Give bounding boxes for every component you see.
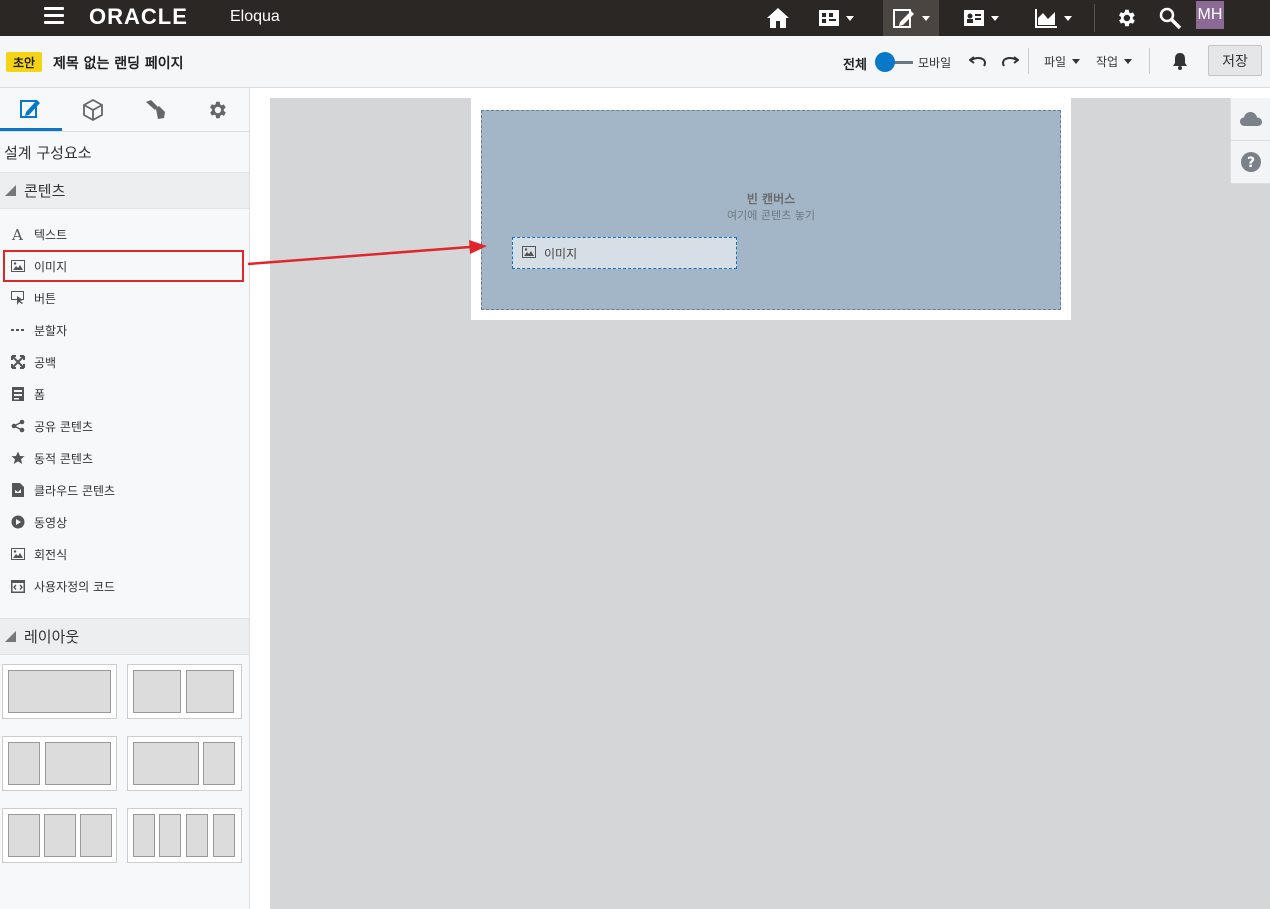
campaigns-menu-icon[interactable] <box>810 0 862 36</box>
code-icon <box>10 578 26 594</box>
component-label: 폼 <box>34 387 46 402</box>
component-custom-code[interactable]: 사용자정의 코드 <box>10 575 115 597</box>
empty-canvas-subtitle: 여기에 콘텐츠 놓기 <box>727 209 815 222</box>
user-avatar[interactable]: MH <box>1196 1 1224 29</box>
tab-components[interactable] <box>62 88 124 131</box>
carousel-icon <box>10 546 26 562</box>
component-label: 회전식 <box>34 547 68 562</box>
component-label: 분할자 <box>34 323 68 338</box>
nav-separator <box>1094 4 1095 32</box>
svg-text:A: A <box>11 227 23 241</box>
component-spacer[interactable]: 공백 <box>10 351 56 373</box>
view-mobile-label[interactable]: 모바일 <box>918 54 951 71</box>
layout-one-column[interactable] <box>2 664 117 719</box>
right-dock: ? <box>1230 98 1270 184</box>
component-label: 동적 콘텐츠 <box>34 451 94 466</box>
view-full-label[interactable]: 전체 <box>843 54 867 73</box>
dragged-item-label: 이미지 <box>544 246 578 261</box>
top-nav: ORACLE Eloqua MH <box>0 0 1270 36</box>
tab-design[interactable] <box>0 88 62 131</box>
play-icon <box>10 514 26 530</box>
toolbar-separator <box>1149 48 1150 74</box>
component-video[interactable]: 동영상 <box>10 511 67 533</box>
collapse-triangle-icon <box>5 631 16 642</box>
component-label: 클라우드 콘텐츠 <box>34 483 116 498</box>
component-label: 공백 <box>34 355 57 370</box>
component-label: 사용자정의 코드 <box>34 579 116 594</box>
cloud-icon[interactable] <box>1231 98 1270 140</box>
component-button[interactable]: 버튼 <box>10 287 56 309</box>
file-menu-label: 파일 <box>1044 55 1067 69</box>
chevron-down-icon <box>1072 59 1081 64</box>
star-icon <box>10 450 26 466</box>
component-label: 동영상 <box>34 515 68 530</box>
layout-narrow-wide[interactable] <box>2 736 117 791</box>
component-label: 버튼 <box>34 291 57 306</box>
sidebar-heading: 설계 구성요소 <box>4 144 92 162</box>
dragged-image-component[interactable]: 이미지 <box>512 237 737 269</box>
text-icon: A <box>10 226 26 242</box>
layout-four-columns[interactable] <box>127 808 242 863</box>
component-shared-content[interactable]: 공유 콘텐츠 <box>10 415 93 437</box>
settings-gear-icon[interactable] <box>1112 0 1140 36</box>
toolbar-separator <box>1028 48 1029 74</box>
page-title[interactable]: 제목 없는 랜딩 페이지 <box>53 53 184 73</box>
hamburger-menu-icon[interactable] <box>44 7 64 27</box>
file-menu[interactable]: 파일 <box>1044 53 1081 70</box>
layout-wide-narrow[interactable] <box>127 736 242 791</box>
component-label: 공유 콘텐츠 <box>34 419 94 434</box>
home-icon[interactable] <box>764 0 792 36</box>
sidebar-tabs <box>0 88 249 132</box>
form-icon <box>10 386 26 402</box>
highlight-annotation-box <box>3 250 244 282</box>
design-sidebar: 설계 구성요소 콘텐츠 A 텍스트 이미지 버튼 분할자 공백 폼 공유 콘텐츠… <box>0 88 250 909</box>
share-icon <box>10 418 26 434</box>
svg-text:?: ? <box>1247 155 1255 171</box>
collapse-triangle-icon <box>5 185 16 196</box>
layout-two-columns[interactable] <box>127 664 242 719</box>
component-dynamic-content[interactable]: 동적 콘텐츠 <box>10 447 93 469</box>
assets-menu-icon[interactable] <box>883 0 939 36</box>
redo-icon[interactable] <box>1000 51 1020 71</box>
divider-icon <box>10 322 26 338</box>
save-button[interactable]: 저장 <box>1208 45 1262 76</box>
product-name: Eloqua <box>230 8 280 25</box>
undo-icon[interactable] <box>968 51 988 71</box>
cloud-content-icon <box>10 482 26 498</box>
actions-menu[interactable]: 작업 <box>1096 53 1133 70</box>
insight-menu-icon[interactable] <box>1028 0 1078 36</box>
component-label: 텍스트 <box>34 227 68 242</box>
oracle-logo: ORACLE <box>89 4 188 29</box>
component-text[interactable]: A 텍스트 <box>10 223 67 245</box>
chevron-down-icon <box>1124 59 1133 64</box>
component-divider[interactable]: 분할자 <box>10 319 67 341</box>
button-icon <box>10 290 26 306</box>
editor-toolbar: 초안 제목 없는 랜딩 페이지 전체 모바일 파일 작업 저장 <box>0 36 1270 88</box>
content-section-label: 콘텐츠 <box>24 182 66 200</box>
layout-three-columns[interactable] <box>2 808 117 863</box>
layout-section-label: 레이아웃 <box>24 628 80 646</box>
help-icon[interactable]: ? <box>1231 140 1270 182</box>
empty-canvas-title: 빈 캔버스 <box>746 192 796 206</box>
content-section-header[interactable]: 콘텐츠 <box>0 172 249 209</box>
layout-section-header[interactable]: 레이아웃 <box>0 618 249 655</box>
view-toggle[interactable] <box>875 52 913 72</box>
component-form[interactable]: 폼 <box>10 383 45 405</box>
image-icon <box>522 245 536 261</box>
spacer-icon <box>10 354 26 370</box>
component-carousel[interactable]: 회전식 <box>10 543 67 565</box>
status-badge: 초안 <box>6 52 43 72</box>
tab-styles[interactable] <box>124 88 186 131</box>
bell-icon[interactable] <box>1170 51 1190 71</box>
actions-menu-label: 작업 <box>1096 55 1119 69</box>
search-icon[interactable] <box>1156 0 1184 36</box>
contacts-menu-icon[interactable] <box>957 0 1005 36</box>
tab-settings[interactable] <box>186 88 248 131</box>
component-cloud-content[interactable]: 클라우드 콘텐츠 <box>10 479 115 501</box>
